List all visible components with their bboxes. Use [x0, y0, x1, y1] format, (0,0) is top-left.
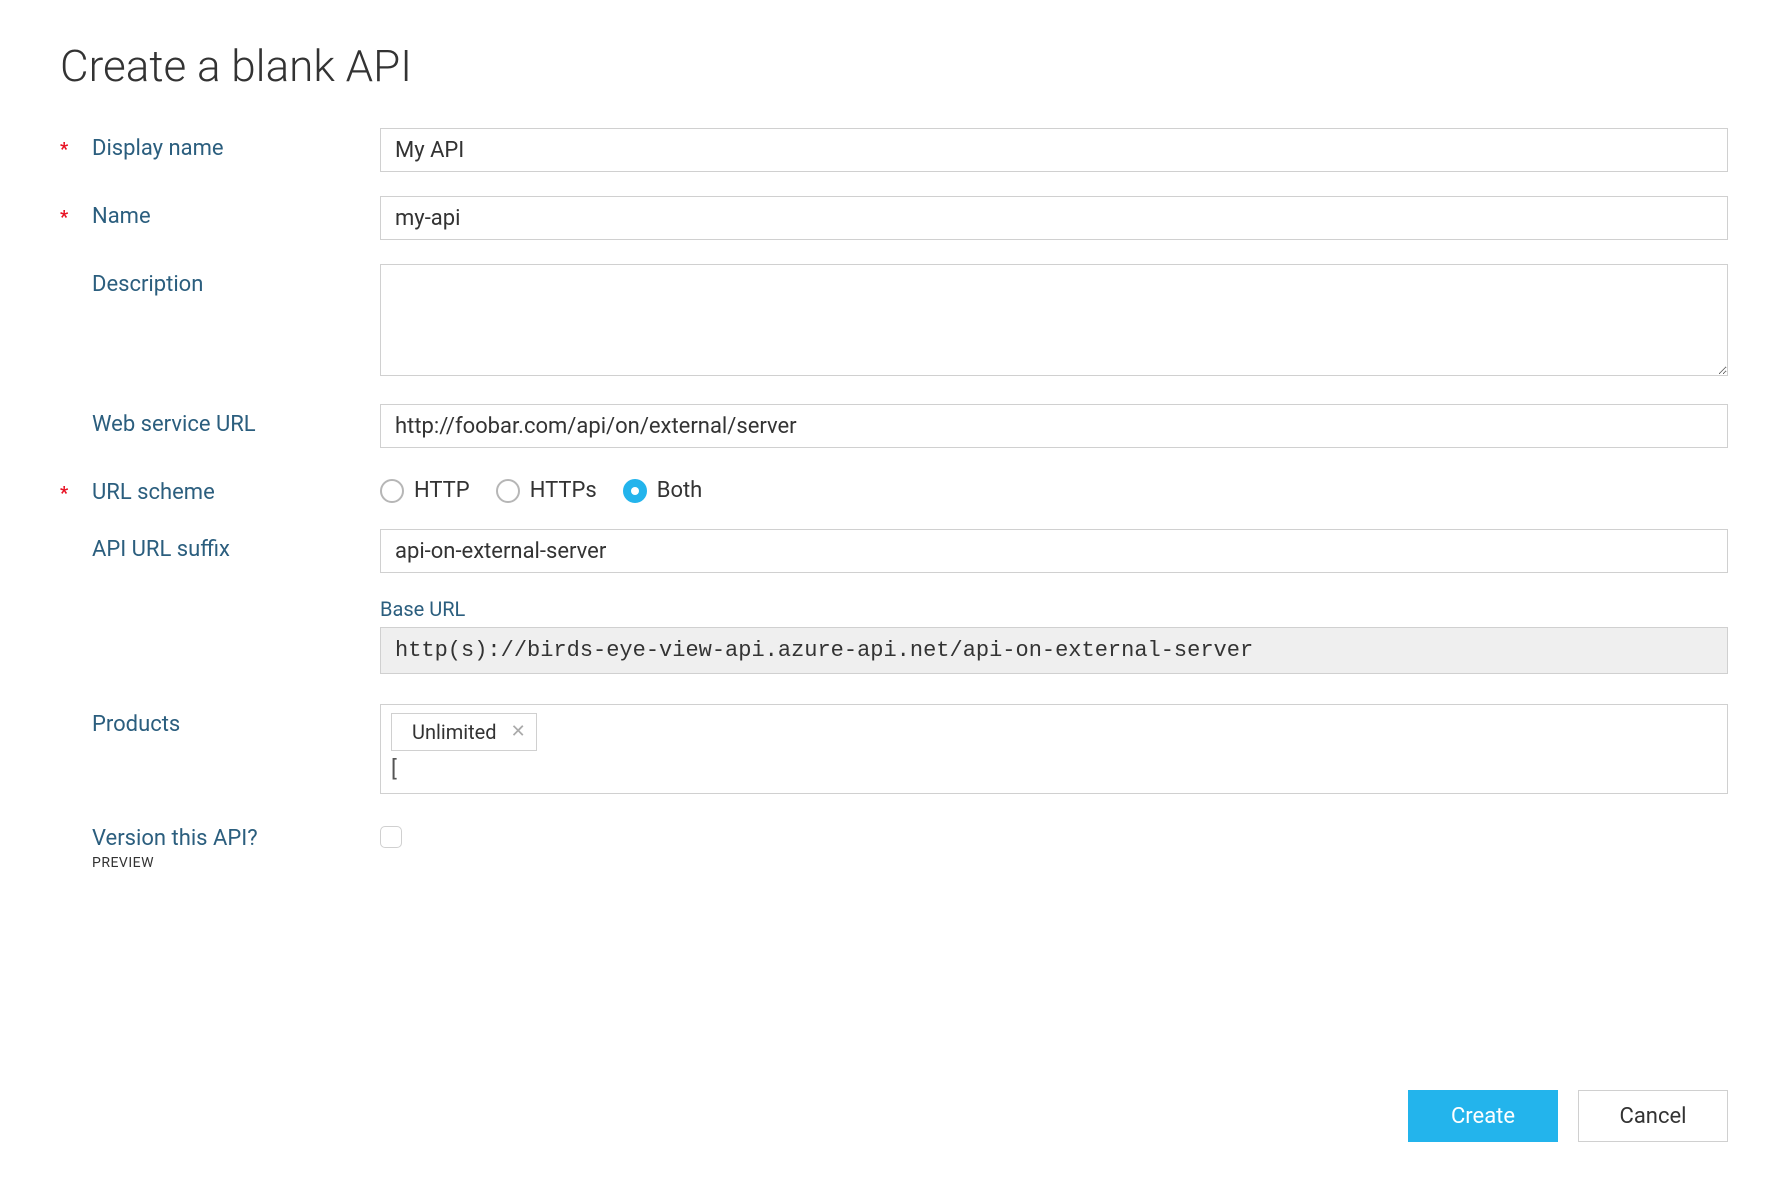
label-products: Products [80, 712, 180, 737]
row-url-scheme: * URL scheme HTTP HTTPs Both [60, 472, 1728, 505]
required-marker: * [60, 480, 80, 503]
label-name: Name [80, 204, 151, 229]
radio-icon [623, 479, 647, 503]
dialog-footer: Create Cancel [1408, 1090, 1728, 1142]
radio-label: HTTP [414, 478, 470, 503]
label-base-url: Base URL [380, 597, 1728, 621]
products-input[interactable]: Unlimited ✕ [ [380, 704, 1728, 794]
api-url-suffix-input[interactable] [380, 529, 1728, 573]
label-version-api: Version this API? [80, 826, 258, 851]
version-api-checkbox[interactable] [380, 826, 402, 848]
products-pending-text: [ [389, 757, 1719, 782]
required-marker: * [60, 204, 80, 227]
required-marker: * [60, 136, 80, 159]
description-textarea[interactable] [380, 264, 1728, 376]
cancel-button[interactable]: Cancel [1578, 1090, 1728, 1142]
label-description: Description [80, 272, 203, 297]
web-service-url-input[interactable] [380, 404, 1728, 448]
radio-icon [496, 479, 520, 503]
base-url-readonly: http(s)://birds-eye-view-api.azure-api.n… [380, 627, 1728, 674]
product-tag-label: Unlimited [412, 720, 497, 744]
name-input[interactable] [380, 196, 1728, 240]
label-display-name: Display name [80, 136, 224, 161]
page-title: Create a blank API [60, 40, 1728, 92]
radio-http[interactable]: HTTP [380, 478, 470, 503]
radio-both[interactable]: Both [623, 478, 703, 503]
radio-https[interactable]: HTTPs [496, 478, 597, 503]
radio-label: HTTPs [530, 478, 597, 503]
create-button[interactable]: Create [1408, 1090, 1558, 1142]
radio-icon [380, 479, 404, 503]
row-version-api: * Version this API? PREVIEW [60, 818, 1728, 871]
label-url-scheme: URL scheme [80, 480, 215, 505]
row-name: * Name [60, 196, 1728, 240]
row-products: * Products Unlimited ✕ [ [60, 704, 1728, 794]
preview-badge: PREVIEW [92, 855, 380, 871]
row-api-url-suffix: * API URL suffix [60, 529, 1728, 573]
row-display-name: * Display name [60, 128, 1728, 172]
url-scheme-radio-group: HTTP HTTPs Both [380, 472, 1728, 503]
display-name-input[interactable] [380, 128, 1728, 172]
row-base-url: Base URL http(s)://birds-eye-view-api.az… [60, 597, 1728, 674]
label-web-service-url: Web service URL [80, 412, 256, 437]
remove-tag-icon[interactable]: ✕ [511, 723, 526, 741]
radio-label: Both [657, 478, 703, 503]
row-description: * Description [60, 264, 1728, 380]
product-tag: Unlimited ✕ [391, 713, 537, 751]
label-api-url-suffix: API URL suffix [80, 537, 230, 562]
row-web-service-url: * Web service URL [60, 404, 1728, 448]
create-blank-api-dialog: Create a blank API * Display name * Name… [0, 0, 1788, 1182]
